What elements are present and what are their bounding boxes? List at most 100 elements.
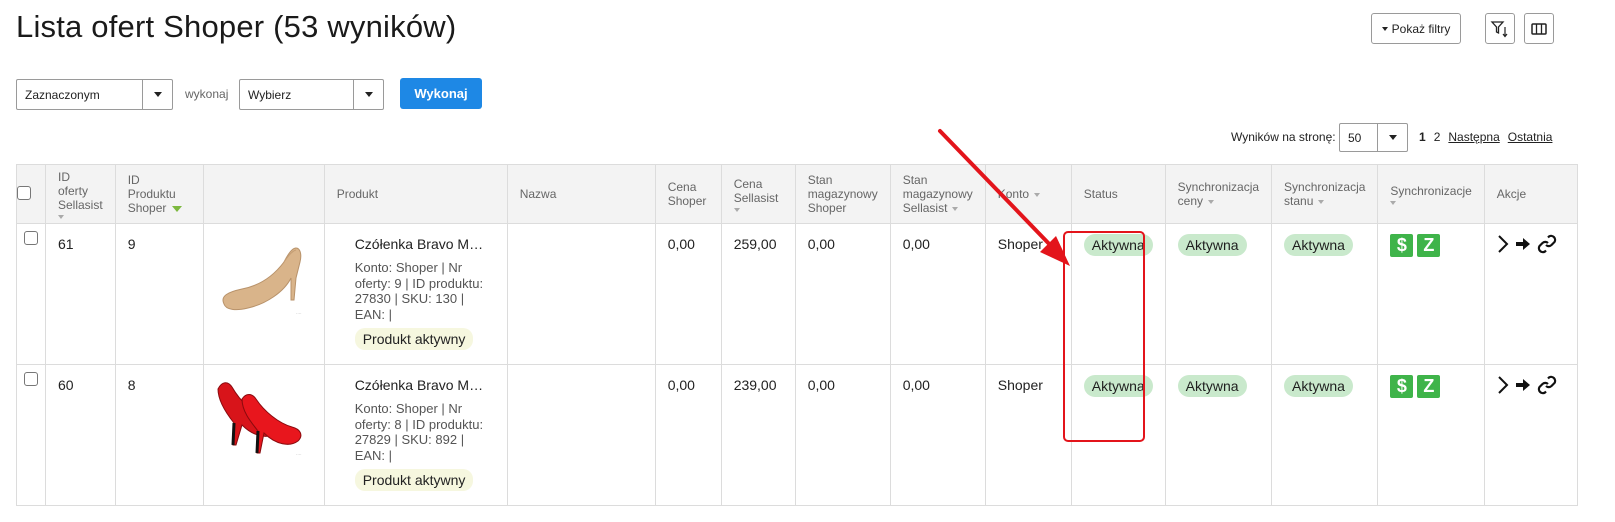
price-sync-icon[interactable]: $ [1390, 234, 1414, 257]
per-page-label: Wyników na stronę: [1231, 130, 1336, 144]
link-icon[interactable] [1537, 375, 1557, 395]
cell-product: Czółenka Bravo Mod... Konto: Shoper | Nr… [323, 223, 508, 365]
arrow-right-icon[interactable] [1515, 377, 1531, 393]
per-page-value: 50 [1348, 130, 1362, 145]
cell-account: Shoper [984, 364, 1072, 506]
col-price-shoper[interactable]: Cena Shoper [654, 164, 722, 224]
chevron-down-icon [1377, 124, 1407, 151]
bulk-scope-select[interactable]: Zaznaczonym [16, 79, 173, 110]
cell-actions [1483, 223, 1578, 365]
product-details: Konto: Shoper | Nr oferty: 9 | ID produk… [354, 260, 484, 322]
price-sync-icon[interactable]: $ [1390, 375, 1414, 398]
show-filters-button[interactable]: Pokaż filtry [1371, 13, 1461, 44]
cell-sync-price: Aktywna [1164, 223, 1273, 365]
per-page-select[interactable]: 50 [1339, 123, 1408, 152]
bulk-action-label: wykonaj [185, 87, 229, 101]
bulk-action-value: Wybierz [248, 87, 292, 102]
sort-icon [1390, 200, 1397, 205]
cell-name [506, 223, 656, 365]
product-status-badge: Produkt aktywny [354, 469, 474, 491]
col-product: Produkt [323, 164, 508, 224]
next-page-link[interactable]: Następna [1448, 130, 1499, 144]
chevron-down-icon [353, 80, 383, 109]
cell-actions [1483, 364, 1578, 506]
table-header-row: ID oferty Sellasist ID Produktu Shoper P… [16, 164, 1578, 224]
pagination: 1 2 Następna Ostatnia [1419, 130, 1552, 144]
cell-sync-price: Aktywna [1164, 364, 1273, 506]
row-checkbox[interactable] [24, 372, 38, 386]
cell-image: .... [202, 223, 325, 365]
page-title: Lista ofert Shoper (53 wyników) [16, 9, 457, 44]
show-filters-label: Pokaż filtry [1391, 21, 1451, 36]
col-id-offer[interactable]: ID oferty Sellasist [45, 164, 116, 224]
cell-stock-shoper: 0,00 [794, 223, 891, 365]
product-thumbnail[interactable]: .... [214, 375, 309, 457]
sort-icon [58, 214, 64, 219]
cell-price-shoper: 0,00 [654, 223, 722, 365]
sync-price-badge: Aktywna [1177, 234, 1247, 256]
sync-price-badge: Aktywna [1177, 375, 1247, 397]
product-status-badge: Produkt aktywny [354, 328, 474, 350]
arrow-right-icon[interactable] [1515, 236, 1531, 252]
run-button[interactable]: Wykonaj [400, 78, 482, 109]
col-id-product[interactable]: ID Produktu Shoper [114, 164, 204, 224]
sync-stock-badge: Aktywna [1284, 234, 1353, 256]
cell-product: Czółenka Bravo Mod... Konto: Shoper | Nr… [323, 364, 508, 506]
col-image [202, 164, 325, 224]
col-stock-shoper[interactable]: Stan magazynowy Shoper [794, 164, 891, 224]
caret-down-icon [1381, 26, 1388, 31]
sort-icon [733, 207, 740, 212]
chevron-right-icon[interactable] [1497, 375, 1509, 395]
cell-id-offer: 60 [45, 364, 116, 506]
product-name-link[interactable]: Czółenka Bravo Mod... [355, 236, 491, 252]
chevron-down-icon [142, 80, 172, 109]
col-sync[interactable]: Synchronizacje [1377, 164, 1485, 224]
col-sync-stock[interactable]: Synchronizacja stanu [1271, 164, 1379, 224]
bulk-action-select[interactable]: Wybierz [239, 79, 384, 110]
select-all-checkbox[interactable] [17, 185, 31, 200]
select-all-cell [16, 164, 46, 224]
svg-text:....: .... [296, 310, 302, 316]
cell-id-product: 8 [114, 364, 204, 506]
col-actions: Akcje [1483, 164, 1578, 224]
cell-id-offer: 61 [45, 223, 116, 365]
cell-image: .... [202, 364, 325, 506]
col-name: Nazwa [506, 164, 656, 224]
col-price-sellasist[interactable]: Cena Sellasist [720, 164, 796, 224]
cell-id-product: 9 [114, 223, 204, 365]
row-checkbox[interactable] [24, 231, 38, 245]
chevron-right-icon[interactable] [1497, 234, 1509, 254]
offers-table: ID oferty Sellasist ID Produktu Shoper P… [16, 164, 1578, 506]
sort-icon [952, 206, 959, 211]
svg-text:....: .... [296, 451, 302, 457]
stock-sync-icon[interactable]: Z [1417, 375, 1441, 398]
sort-active-icon [172, 205, 183, 212]
page-1[interactable]: 1 [1419, 130, 1426, 144]
columns-button[interactable] [1524, 13, 1554, 44]
cell-stock-shoper: 0,00 [794, 364, 891, 506]
col-stock-sellasist[interactable]: Stan magazynowy Sellasist [889, 164, 986, 224]
cell-stock-sellasist: 0,00 [889, 364, 986, 506]
cell-sync: $ Z [1377, 223, 1485, 365]
table-row: 61 9 .... Czółenka Bravo Mod... Konto: S… [16, 223, 1578, 365]
cell-name [506, 364, 656, 506]
product-details: Konto: Shoper | Nr oferty: 8 | ID produk… [354, 401, 484, 463]
stock-sync-icon[interactable]: Z [1417, 234, 1441, 257]
cell-sync-stock: Aktywna [1271, 223, 1379, 365]
col-status: Status [1070, 164, 1166, 224]
product-thumbnail[interactable]: .... [214, 234, 309, 316]
page-2[interactable]: 2 [1434, 130, 1441, 144]
last-page-link[interactable]: Ostatnia [1508, 130, 1553, 144]
cell-price-sellasist: 259,00 [720, 223, 796, 365]
product-name-link[interactable]: Czółenka Bravo Mod... [355, 377, 491, 393]
cell-account: Shoper [984, 223, 1072, 365]
col-account[interactable]: Konto [984, 164, 1072, 224]
cell-sync: $ Z [1377, 364, 1485, 506]
cell-price-shoper: 0,00 [654, 364, 722, 506]
filter-sort-icon [1490, 20, 1508, 37]
col-sync-price[interactable]: Synchronizacja ceny [1164, 164, 1273, 224]
sort-icon [1034, 192, 1041, 197]
link-icon[interactable] [1537, 234, 1557, 254]
filter-sort-button[interactable] [1485, 13, 1515, 44]
bulk-scope-value: Zaznaczonym [25, 87, 100, 102]
